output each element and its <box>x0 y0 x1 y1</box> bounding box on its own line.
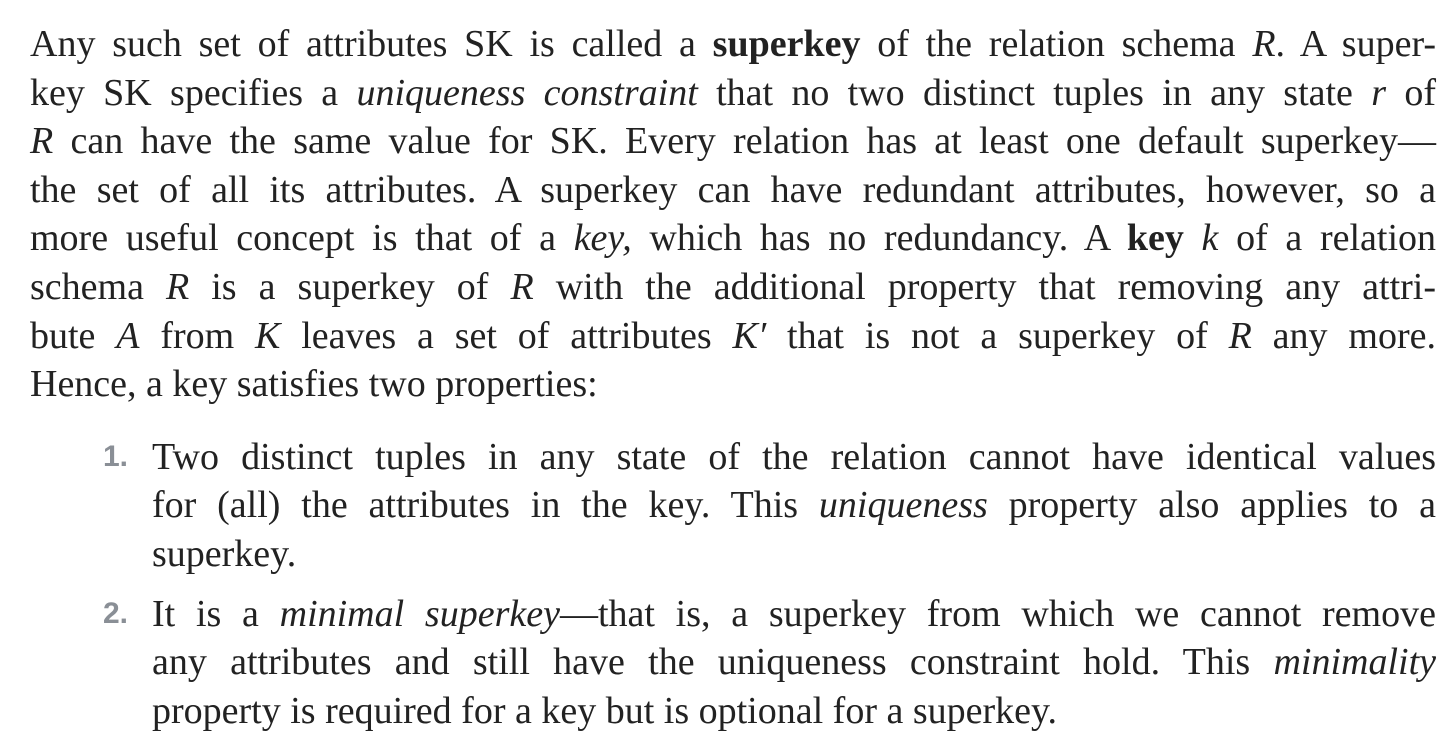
italic-term: R <box>1252 23 1276 65</box>
list-item: 1. Two distinct tuples in any state of t… <box>30 433 1436 579</box>
text-run: bute <box>30 314 117 357</box>
text-run: of a relation <box>1218 217 1437 260</box>
text-run: property also applies to a <box>987 484 1436 527</box>
numbered-list: 1. Two distinct tuples in any state of t… <box>30 433 1436 736</box>
list-item-line: superkey. <box>152 530 1436 579</box>
text-run: can have the same value for SK. Every re… <box>53 120 1436 163</box>
text-run: which has no redundancy. A <box>631 217 1127 260</box>
list-item-number: 2. <box>103 596 129 630</box>
text-run: the set of all its attributes. A superke… <box>30 168 1436 211</box>
italic-term: K′ <box>732 314 767 357</box>
list-item-line: for (all) the attributes in the key. Thi… <box>152 481 1436 530</box>
italic-term: uniqueness constraint <box>356 71 698 114</box>
text-run: of the relation schema <box>860 23 1253 65</box>
text-run: key SK specifies a <box>30 71 357 114</box>
paragraph-line: schema R is a superkey of R with the add… <box>30 263 1436 312</box>
text-run: for (all) the attributes in the key. Thi… <box>152 484 819 527</box>
text-run: that no two distinct tuples in any state <box>697 71 1372 114</box>
text-run: any attributes and still have the unique… <box>152 641 1274 684</box>
text-run: leaves a set of attributes <box>280 314 733 357</box>
italic-term: R <box>165 265 190 308</box>
text-run: Any such set of attributes SK is called … <box>30 23 713 65</box>
text-run: that is not a superkey of <box>766 314 1229 357</box>
italic-term: key, <box>573 217 632 260</box>
bold-term: key <box>1126 217 1184 260</box>
text-run: property is required for a key but is op… <box>152 689 1058 732</box>
text-run: more useful concept is that of a <box>30 217 574 260</box>
list-item-line: property is required for a key but is op… <box>152 687 1436 736</box>
body-paragraph: Any such set of attributes SK is called … <box>30 20 1436 409</box>
italic-term: R <box>30 120 54 163</box>
italic-term: K <box>255 314 281 357</box>
italic-term: A <box>116 314 140 357</box>
bold-term: superkey <box>712 23 861 65</box>
paragraph-line: the set of all its attributes. A superke… <box>30 166 1436 215</box>
text-run: . A super- <box>1275 23 1436 65</box>
text-run: superkey. <box>152 532 297 575</box>
text-run: Hence, a key satisfies two properties: <box>30 363 598 406</box>
list-item-line: It is a minimal superkey—that is, a supe… <box>152 590 1436 639</box>
list-item-line: any attributes and still have the unique… <box>152 638 1436 687</box>
paragraph-line: key SK specifies a uniqueness constraint… <box>30 69 1436 118</box>
list-item-line: Two distinct tuples in any state of the … <box>152 433 1436 482</box>
document-page: Any such set of attributes SK is called … <box>30 20 1436 735</box>
text-run: schema <box>30 265 166 308</box>
list-item-number: 1. <box>103 439 129 473</box>
italic-term: r <box>1371 71 1387 114</box>
italic-term: R <box>510 265 534 308</box>
text-run: —that is, a superkey from which we canno… <box>559 592 1436 635</box>
text-run: from <box>139 314 256 357</box>
italic-term: R <box>1228 314 1252 357</box>
italic-term: minimal superkey <box>279 592 560 635</box>
text-run: is a superkey of <box>189 265 511 308</box>
paragraph-line: more useful concept is that of a key, wh… <box>30 214 1436 263</box>
paragraph-line: bute A from K leaves a set of attributes… <box>30 312 1436 361</box>
italic-term: k <box>1201 217 1219 260</box>
text-run <box>1184 217 1202 259</box>
text-run: It is a <box>152 592 280 635</box>
italic-term: minimality <box>1273 641 1436 684</box>
text-run: any more. <box>1251 314 1436 357</box>
paragraph-line: Any such set of attributes SK is called … <box>30 20 1436 69</box>
text-run: with the additional property that removi… <box>533 265 1436 308</box>
text-run: Two distinct tuples in any state of the … <box>152 435 1436 478</box>
paragraph-line: Hence, a key satisfies two properties: <box>30 360 1436 409</box>
text-run: of <box>1386 71 1436 114</box>
paragraph-line: R can have the same value for SK. Every … <box>30 117 1436 166</box>
italic-term: uniqueness <box>818 484 988 527</box>
list-item: 2. It is a minimal superkey—that is, a s… <box>30 590 1436 736</box>
